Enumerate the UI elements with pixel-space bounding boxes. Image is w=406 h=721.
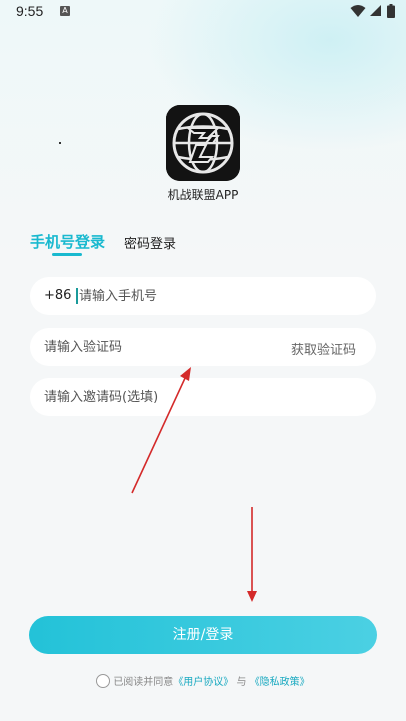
phone-field: +86 (30, 277, 376, 315)
register-login-button[interactable]: 注册/登录 (29, 616, 377, 654)
invite-code-field (30, 378, 376, 416)
status-bar: 9:55 A (0, 0, 406, 24)
privacy-policy-link[interactable]: 《隐私政策》 (250, 677, 310, 688)
phone-input[interactable] (79, 277, 359, 315)
app-logo (166, 105, 240, 181)
get-code-button[interactable]: 获取验证码 (291, 339, 356, 358)
verification-code-input[interactable] (44, 328, 284, 366)
tab-password-login[interactable]: 密码登录 (124, 233, 176, 252)
battery-icon (387, 4, 395, 18)
cellular-signal-icon (370, 5, 381, 16)
agreement-conjunction: 与 (236, 677, 247, 688)
active-tab-indicator (52, 253, 82, 256)
notification-a-icon: A (60, 6, 70, 16)
country-code[interactable]: +86 (44, 288, 71, 303)
invite-code-input[interactable] (44, 378, 364, 416)
tab-phone-login[interactable]: 手机号登录 (30, 231, 105, 252)
text-cursor (76, 288, 78, 304)
verification-code-field: 获取验证码 (30, 328, 376, 366)
globe-jl-logo-icon (166, 105, 240, 181)
app-name: 机战联盟APP (167, 188, 239, 202)
agree-checkbox[interactable] (96, 674, 111, 688)
agreement-row: 已阅读并同意《用户协议》 与 《隐私政策》 (0, 673, 406, 688)
status-time: 9:55 (16, 3, 44, 19)
arrow-to-submit-button (247, 507, 257, 602)
wifi-icon (350, 5, 366, 17)
decorative-dot (59, 142, 61, 144)
user-agreement-link[interactable]: 《用户协议》 (173, 677, 233, 688)
agreement-prefix: 已阅读并同意 (113, 677, 174, 688)
